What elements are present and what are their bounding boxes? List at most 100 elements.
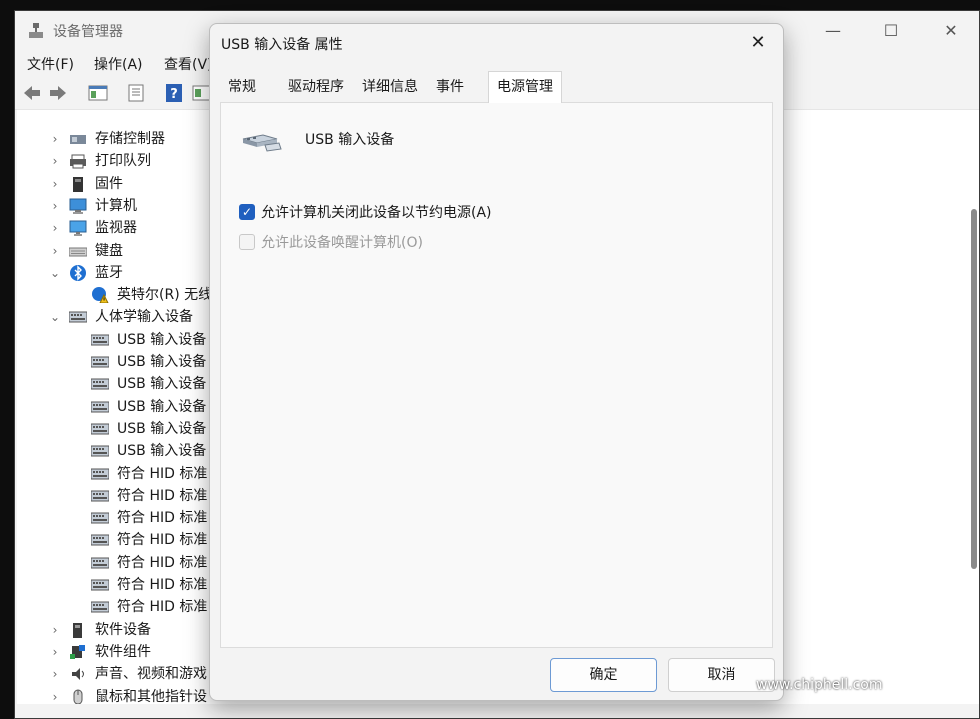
chevron-right-icon[interactable]: › bbox=[49, 150, 61, 172]
keyboard-icon bbox=[69, 247, 87, 256]
tab-strip: 常规 驱动程序 详细信息 事件 电源管理 bbox=[220, 71, 773, 103]
tree-child-item[interactable]: 符合 HID 标准 bbox=[17, 552, 217, 574]
chevron-right-icon[interactable]: › bbox=[49, 217, 61, 239]
tree-child-item[interactable]: 符合 HID 标准 bbox=[17, 463, 217, 485]
hid-icon bbox=[91, 579, 109, 591]
tree-child-item[interactable]: USB 输入设备 bbox=[17, 373, 217, 395]
tree-child-item[interactable]: 符合 HID 标准 bbox=[17, 596, 217, 618]
status-bar bbox=[15, 704, 979, 718]
chevron-down-icon[interactable]: ⌄ bbox=[49, 306, 61, 328]
tree-item-label: 计算机 bbox=[95, 197, 137, 214]
menu-file[interactable]: 文件(F) bbox=[27, 54, 74, 74]
checkbox-checked-icon[interactable]: ✓ bbox=[239, 204, 255, 220]
properties-dialog: USB 输入设备 属性 ✕ 常规 驱动程序 详细信息 事件 电源管理 USB 输… bbox=[209, 23, 784, 701]
maximize-icon[interactable]: ☐ bbox=[881, 21, 901, 41]
storage-controller-icon bbox=[70, 135, 86, 144]
tab-events[interactable]: 事件 bbox=[428, 73, 472, 101]
tree-item-label: 英特尔(R) 无线 bbox=[117, 287, 213, 304]
tab-details[interactable]: 详细信息 bbox=[354, 73, 426, 101]
chevron-right-icon[interactable]: › bbox=[49, 663, 61, 685]
tree-item-label: USB 输入设备 bbox=[117, 331, 207, 348]
tree-category-item[interactable]: › 键盘 bbox=[17, 240, 217, 262]
tree-child-item[interactable]: 符合 HID 标准 bbox=[17, 529, 217, 551]
hid-icon bbox=[91, 468, 109, 479]
bluetooth-icon bbox=[70, 264, 86, 281]
tree-category-item[interactable]: ⌄ 人体学输入设备 bbox=[17, 306, 217, 328]
tree-category-item[interactable]: › 打印队列 bbox=[17, 150, 217, 172]
tree-child-item[interactable]: 英特尔(R) 无线 bbox=[17, 284, 217, 306]
tab-power-management[interactable]: 电源管理 bbox=[488, 71, 562, 103]
tree-child-item[interactable]: USB 输入设备 bbox=[17, 396, 217, 418]
tree-child-item[interactable]: 符合 HID 标准 bbox=[17, 507, 217, 529]
tree-item-label: 声音、视频和游戏 bbox=[95, 666, 207, 683]
chevron-right-icon[interactable]: › bbox=[49, 619, 61, 641]
hid-icon bbox=[91, 601, 109, 613]
chevron-down-icon[interactable]: ⌄ bbox=[49, 262, 61, 284]
computer-icon bbox=[69, 198, 87, 214]
tree-item-label: 监视器 bbox=[95, 220, 137, 237]
tree-child-item[interactable]: 符合 HID 标准 bbox=[17, 485, 217, 507]
tree-item-label: 固件 bbox=[95, 175, 123, 192]
speaker-icon bbox=[72, 668, 84, 681]
chevron-right-icon[interactable]: › bbox=[49, 128, 61, 150]
hid-icon bbox=[91, 512, 109, 524]
hid-icon bbox=[91, 378, 109, 390]
properties-icon[interactable] bbox=[125, 82, 147, 104]
chevron-right-icon[interactable]: › bbox=[49, 195, 61, 217]
tab-general[interactable]: 常规 bbox=[220, 73, 264, 101]
tree-category-item[interactable]: › 监视器 bbox=[17, 217, 217, 239]
tab-driver[interactable]: 驱动程序 bbox=[280, 73, 352, 101]
chevron-right-icon[interactable]: › bbox=[49, 641, 61, 663]
tree-item-label: 软件设备 bbox=[95, 621, 151, 638]
tree-category-item[interactable]: › 固件 bbox=[17, 173, 217, 195]
tree-category-item[interactable]: › 计算机 bbox=[17, 195, 217, 217]
tree-category-item[interactable]: ⌄ 蓝牙 bbox=[17, 262, 217, 284]
forward-arrow-icon[interactable] bbox=[47, 82, 69, 104]
allow-power-off-label: 允许计算机关闭此设备以节约电源(A) bbox=[261, 205, 492, 221]
scrollbar-thumb[interactable] bbox=[971, 209, 977, 569]
tree-item-label: USB 输入设备 bbox=[117, 420, 207, 437]
close-icon[interactable]: ✕ bbox=[941, 21, 961, 41]
vertical-scrollbar[interactable] bbox=[971, 119, 977, 569]
show-hide-tree-icon[interactable] bbox=[87, 82, 109, 104]
tree-child-item[interactable]: 符合 HID 标准 bbox=[17, 574, 217, 596]
back-arrow-icon[interactable] bbox=[21, 82, 43, 104]
hid-icon bbox=[91, 534, 109, 546]
tree-item-label: 打印队列 bbox=[95, 153, 151, 170]
tree-child-item[interactable]: USB 输入设备 bbox=[17, 418, 217, 440]
hid-icon bbox=[91, 490, 109, 502]
chevron-right-icon[interactable]: › bbox=[49, 240, 61, 262]
tree-child-item[interactable]: USB 输入设备 bbox=[17, 329, 217, 351]
tree-child-item[interactable]: USB 输入设备 bbox=[17, 440, 217, 462]
minimize-icon[interactable]: — bbox=[823, 21, 843, 41]
tree-item-label: 软件组件 bbox=[95, 643, 151, 660]
printer-icon bbox=[70, 154, 86, 169]
tree-category-item[interactable]: › 软件组件 bbox=[17, 641, 217, 663]
tree-category-item[interactable]: › 存储控制器 bbox=[17, 128, 217, 150]
chevron-right-icon[interactable]: › bbox=[49, 686, 61, 705]
tree-category-item[interactable]: › 鼠标和其他指针设 bbox=[17, 686, 217, 705]
menu-view[interactable]: 查看(V) bbox=[164, 54, 213, 74]
help-icon[interactable]: ? bbox=[163, 82, 185, 104]
hid-icon bbox=[91, 401, 109, 413]
chevron-right-icon[interactable]: › bbox=[49, 173, 61, 195]
tree-item-label: USB 输入设备 bbox=[117, 443, 207, 460]
hid-icon bbox=[91, 557, 109, 569]
dialog-title: USB 输入设备 属性 bbox=[221, 37, 343, 53]
tree-item-label: 存储控制器 bbox=[95, 131, 165, 147]
menu-action[interactable]: 操作(A) bbox=[94, 54, 143, 74]
close-icon[interactable]: ✕ bbox=[743, 30, 773, 56]
firmware-icon bbox=[73, 176, 83, 192]
tree-item-label: 符合 HID 标准 bbox=[117, 554, 208, 571]
tree-item-label: 键盘 bbox=[95, 242, 123, 259]
hid-icon bbox=[91, 445, 109, 457]
mouse-icon bbox=[73, 689, 83, 704]
software-component-icon bbox=[70, 644, 85, 659]
tree-item-label: USB 输入设备 bbox=[117, 398, 207, 415]
ok-button[interactable]: 确定 bbox=[550, 658, 657, 692]
chiphell-watermark: www.chiphell.com bbox=[756, 607, 966, 697]
tree-category-item[interactable]: › 软件设备 bbox=[17, 619, 217, 641]
warning-bluetooth-icon bbox=[92, 287, 109, 304]
tree-category-item[interactable]: › 声音、视频和游戏 bbox=[17, 663, 217, 685]
tree-child-item[interactable]: USB 输入设备 bbox=[17, 351, 217, 373]
